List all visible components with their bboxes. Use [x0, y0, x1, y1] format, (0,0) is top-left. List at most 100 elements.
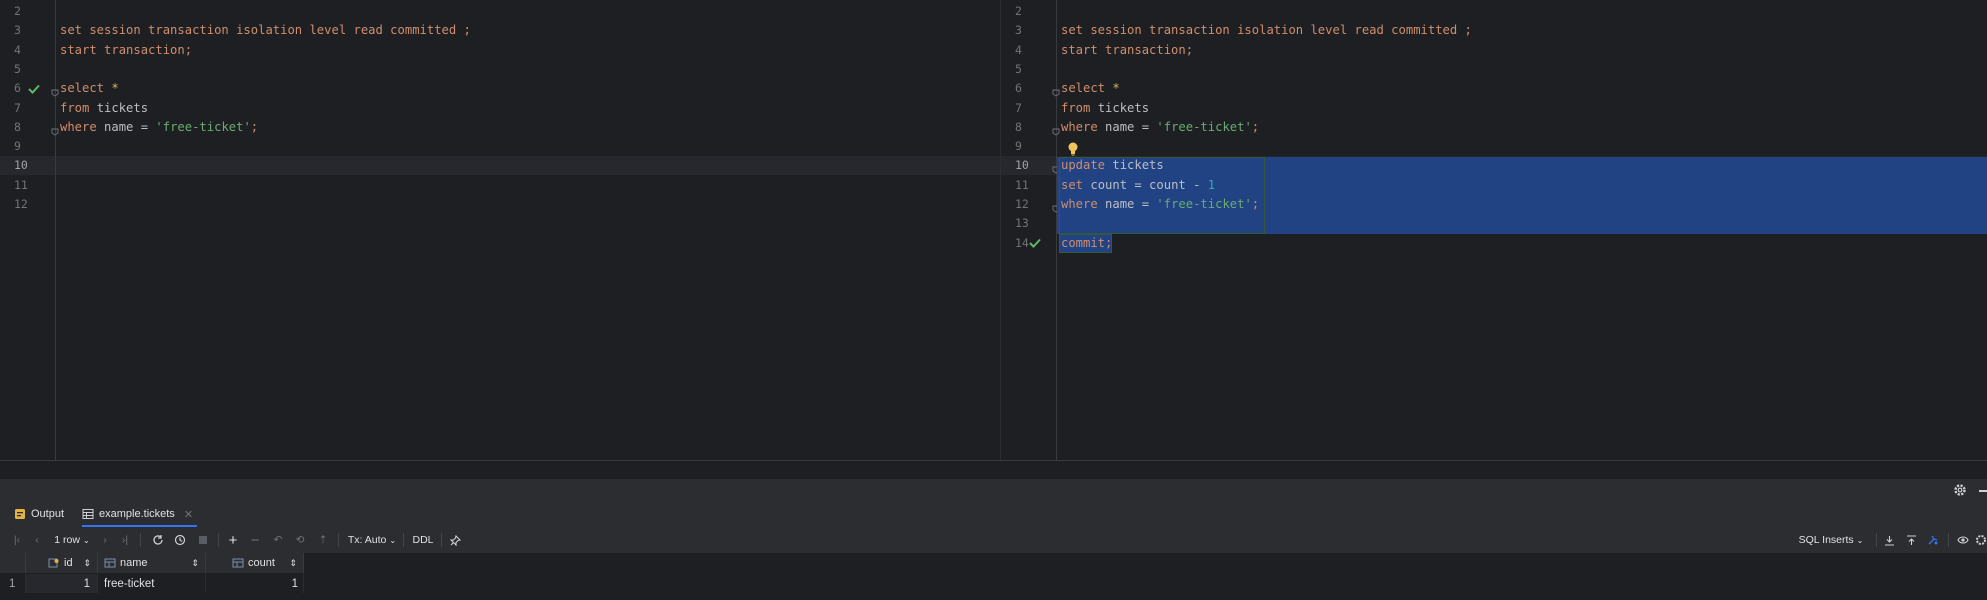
toolbar-separator: [403, 533, 404, 547]
code-line[interactable]: select *: [1057, 79, 1987, 98]
tab-output[interactable]: Output: [14, 503, 64, 525]
code-line[interactable]: [56, 195, 1001, 214]
settings-icon[interactable]: [1974, 529, 1987, 551]
code-line[interactable]: [56, 60, 1001, 79]
delete-row-icon[interactable]: −: [246, 529, 264, 551]
code-line[interactable]: select *: [56, 79, 1001, 98]
submit-icon[interactable]: ⇡: [313, 529, 333, 551]
column-header-id[interactable]: id ⇕: [26, 553, 98, 573]
code-line[interactable]: [56, 176, 1001, 195]
transaction-mode-selector[interactable]: Tx: Auto ⌄: [346, 529, 398, 551]
code-line[interactable]: [1057, 137, 1987, 156]
code-token: ;: [1251, 119, 1260, 134]
column-header-name[interactable]: name ⇕: [98, 553, 206, 573]
row-count-label: 1 row: [54, 534, 80, 546]
key-column-icon: [48, 558, 59, 568]
code-line[interactable]: update tickets: [1057, 156, 1987, 175]
line-number: 12: [14, 197, 28, 211]
stop-icon[interactable]: [193, 529, 213, 551]
horizontal-scrollbar[interactable]: [0, 460, 1987, 479]
code-line[interactable]: [1057, 60, 1987, 79]
right-code-area[interactable]: set session transaction isolation level …: [1057, 0, 1987, 460]
refresh-icon[interactable]: [148, 529, 168, 551]
right-editor[interactable]: 2 3 4 5 6 7 8 9 10 11 12 13 14 set session transacti…: [1001, 0, 1987, 460]
sort-icon[interactable]: ⇕: [83, 558, 91, 569]
code-token: ;: [250, 119, 259, 134]
revert-icon[interactable]: ↶: [268, 529, 288, 551]
code-line[interactable]: from tickets: [1057, 99, 1987, 118]
code-line[interactable]: start transaction;: [1057, 41, 1987, 60]
close-icon[interactable]: ✕: [184, 508, 193, 521]
gear-icon[interactable]: [1953, 483, 1967, 497]
next-page-icon[interactable]: ›: [96, 529, 114, 551]
code-line[interactable]: from tickets: [56, 99, 1001, 118]
code-token: start transaction;: [1061, 42, 1194, 57]
ddl-label: DDL: [412, 534, 434, 546]
download-icon[interactable]: [1880, 529, 1898, 551]
left-code-area[interactable]: set session transaction isolation level …: [56, 0, 1001, 460]
toolbar-separator: [140, 533, 141, 547]
view-icon[interactable]: [1954, 529, 1972, 551]
sort-icon[interactable]: ⇕: [289, 558, 297, 569]
row-number: 1: [0, 574, 26, 593]
export-format-selector[interactable]: SQL Inserts ⌄: [1796, 529, 1866, 551]
pin-icon[interactable]: [446, 529, 464, 551]
code-line[interactable]: where name = 'free-ticket';: [1057, 118, 1987, 137]
tab-example-tickets[interactable]: example.tickets ✕: [82, 503, 198, 527]
code-token: set: [1061, 177, 1091, 192]
sort-icon[interactable]: ⇕: [191, 558, 199, 569]
code-line[interactable]: [56, 137, 1001, 156]
code-line[interactable]: where name = 'free-ticket';: [56, 118, 1001, 137]
line-number: 4: [1015, 42, 1022, 57]
compare-icon[interactable]: [1924, 529, 1942, 551]
code-text: start transaction;: [60, 41, 192, 60]
code-text: where name = 'free-ticket';: [1061, 195, 1259, 214]
table-cell-name[interactable]: free-ticket: [98, 574, 206, 593]
code-text: set session transaction isolation level …: [60, 21, 471, 40]
history-icon[interactable]: [170, 529, 190, 551]
previous-page-icon[interactable]: ‹: [28, 529, 46, 551]
line-number: 10: [14, 158, 28, 173]
left-gutter: 2 3 4 5 6 7 8 9 10 11 12: [0, 0, 59, 460]
chevron-down-icon: ⌄: [389, 535, 397, 545]
code-text: select *: [60, 79, 119, 98]
code-line[interactable]: set session transaction isolation level …: [56, 21, 1001, 40]
left-editor[interactable]: 2 3 4 5 6 7 8 9 10 11 12 set session transaction i…: [0, 0, 1001, 460]
code-token: count = count -: [1090, 177, 1208, 192]
code-line[interactable]: [1057, 2, 1987, 21]
code-line[interactable]: set count = count - 1: [1057, 176, 1987, 195]
minimize-icon[interactable]: [1979, 490, 1987, 492]
code-line[interactable]: [56, 2, 1001, 21]
line-number: 13: [1015, 216, 1029, 231]
row-number-header: [0, 553, 26, 573]
revert-selected-icon[interactable]: ⟲: [290, 529, 310, 551]
column-header-count-label: count: [248, 557, 275, 569]
results-grid: id ⇕ name ⇕ count ⇕ 1 1 free-ticket 1: [0, 553, 1987, 600]
output-icon: [15, 509, 25, 519]
row-count-selector[interactable]: 1 row ⌄: [52, 529, 92, 551]
code-line[interactable]: set session transaction isolation level …: [1057, 21, 1987, 40]
ddl-button[interactable]: DDL: [410, 529, 436, 551]
code-text: select *: [1061, 79, 1120, 98]
last-page-icon[interactable]: ›|: [116, 529, 134, 551]
add-row-icon[interactable]: +: [224, 529, 242, 551]
code-line[interactable]: [1057, 214, 1987, 233]
code-text: from tickets: [60, 99, 148, 118]
upload-icon[interactable]: [1902, 529, 1920, 551]
code-line[interactable]: where name = 'free-ticket';: [1057, 195, 1987, 214]
code-line[interactable]: commit;: [1057, 234, 1987, 253]
line-number: 11: [1015, 177, 1029, 192]
code-line[interactable]: start transaction;: [56, 41, 1001, 60]
line-number: 4: [14, 42, 21, 57]
table-cell-id[interactable]: 1: [26, 574, 98, 593]
checkmark-icon[interactable]: [27, 79, 41, 98]
code-token: tickets: [1112, 158, 1164, 173]
line-number: 10: [1015, 158, 1029, 173]
table-cell-count[interactable]: 1: [206, 574, 304, 593]
checkmark-icon[interactable]: [1028, 234, 1042, 253]
first-page-icon[interactable]: |‹: [8, 529, 26, 551]
column-header-count[interactable]: count ⇕: [206, 553, 304, 573]
code-text: where name = 'free-ticket';: [60, 118, 258, 137]
code-line[interactable]: [56, 156, 1001, 175]
export-format-label: SQL Inserts: [1798, 534, 1854, 546]
